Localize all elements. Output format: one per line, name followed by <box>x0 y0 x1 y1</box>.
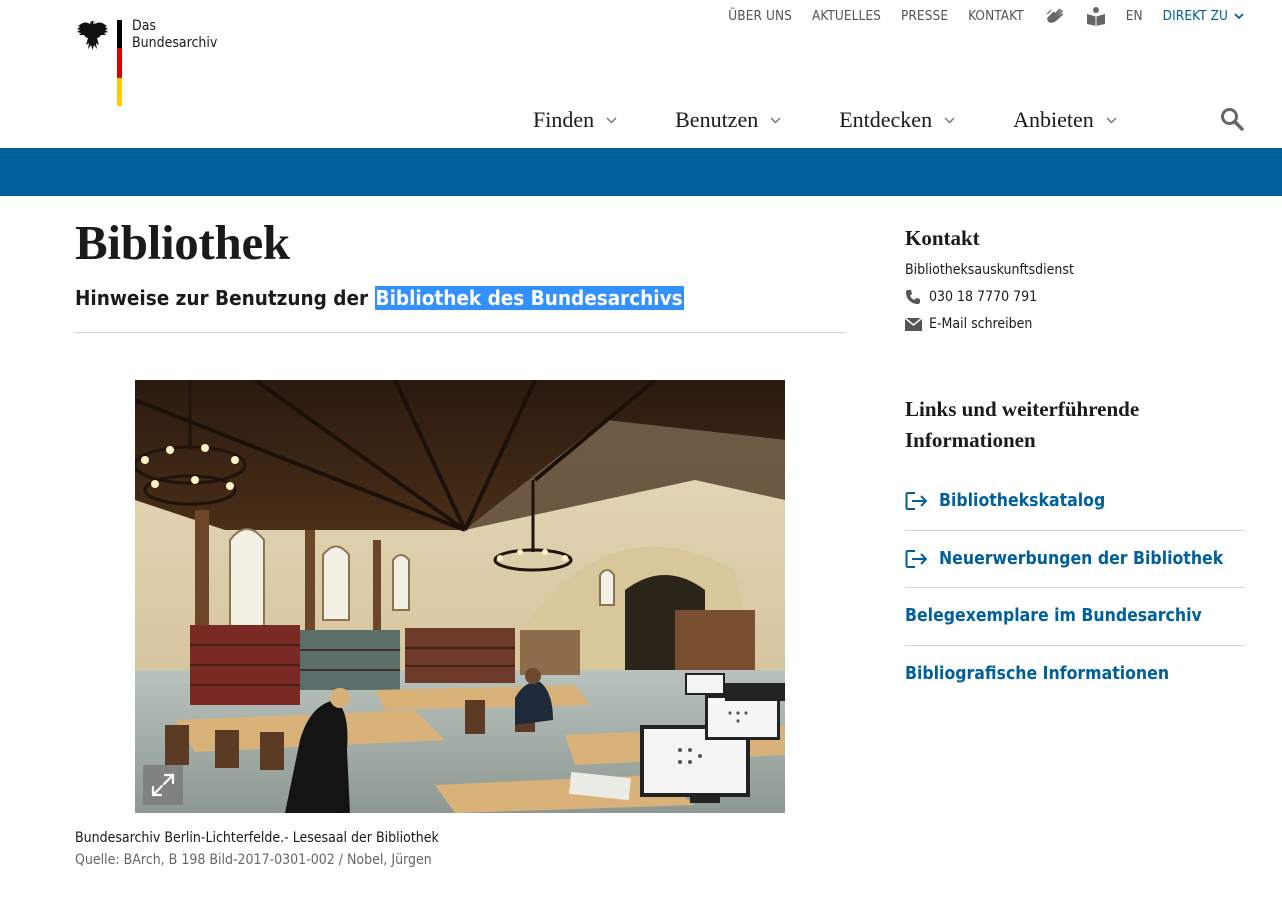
kontakt-heading: Kontakt <box>905 226 980 250</box>
link-row-bibliografische-informationen[interactable]: Bibliografische Informationen <box>905 646 1244 704</box>
subtitle-text: Hinweise zur Benutzung der <box>75 286 375 310</box>
sign-language-icon[interactable] <box>1044 6 1066 26</box>
link-bibliografische-informationen[interactable]: Bibliografische Informationen <box>905 664 1169 684</box>
image-caption: Bundesarchiv Berlin-Lichterfelde.- Leses… <box>75 830 439 846</box>
mainnav-entdecken[interactable]: Entdecken <box>839 107 955 133</box>
expand-icon <box>151 773 175 797</box>
email-label: E-Mail schreiben <box>929 316 1033 332</box>
language-switch-en[interactable]: EN <box>1126 8 1143 24</box>
topnav-presse[interactable]: PRESSE <box>901 8 948 24</box>
search-icon[interactable] <box>1220 107 1244 131</box>
page-subtitle: Hinweise zur Benutzung der Bibliothek de… <box>75 286 684 310</box>
link-neuerwerbungen[interactable]: Neuerwerbungen der Bibliothek <box>939 549 1223 569</box>
mainnav-anbieten[interactable]: Anbieten <box>1013 107 1117 133</box>
direkt-zu-label: DIREKT ZU <box>1162 8 1228 24</box>
chevron-down-icon <box>944 116 955 124</box>
direkt-zu-dropdown[interactable]: DIREKT ZU <box>1163 8 1244 24</box>
title-divider <box>75 332 845 333</box>
bundesarchiv-logo[interactable]: Das Bundesarchiv <box>76 18 226 108</box>
links-list: Bibliothekskatalog Neuerwerbungen der Bi… <box>905 473 1244 703</box>
link-bibliothekskatalog[interactable]: Bibliothekskatalog <box>939 491 1105 511</box>
image-source: Quelle: BArch, B 198 Bild-2017-0301-002 … <box>75 852 432 868</box>
expand-image-button[interactable] <box>143 765 183 805</box>
link-row-belegexemplare[interactable]: Belegexemplare im Bundesarchiv <box>905 588 1244 646</box>
external-link-icon <box>905 549 931 569</box>
kontakt-phone[interactable]: 030 18 7770 791 <box>905 289 1037 305</box>
main-navigation: Finden Benutzen Entdecken Anbieten <box>533 104 1117 136</box>
logo-line-2: Bundesarchiv <box>132 35 218 51</box>
kontakt-service-name: Bibliotheksauskunftsdienst <box>905 262 1074 278</box>
topnav-aktuelles[interactable]: AKTUELLES <box>812 8 881 24</box>
mainnav-entdecken-label: Entdecken <box>839 107 933 132</box>
topnav-kontakt[interactable]: KONTAKT <box>968 8 1024 24</box>
mainnav-benutzen[interactable]: Benutzen <box>675 107 781 133</box>
envelope-icon <box>905 317 923 331</box>
chevron-down-icon <box>1106 116 1117 124</box>
link-row-bibliothekskatalog[interactable]: Bibliothekskatalog <box>905 473 1244 531</box>
links-heading: Links und weiterführende Informationen <box>905 397 1140 452</box>
easy-language-icon[interactable] <box>1086 6 1106 26</box>
chevron-down-icon <box>770 116 781 124</box>
reading-room-photo[interactable] <box>135 380 785 813</box>
external-link-icon <box>905 491 931 511</box>
phone-icon <box>905 289 923 305</box>
topnav-ueber-uns[interactable]: ÜBER UNS <box>728 8 792 24</box>
header-color-band <box>0 148 1282 196</box>
chevron-down-icon <box>1234 12 1244 19</box>
federal-eagle-icon <box>77 21 108 50</box>
service-navigation: ÜBER UNS AKTUELLES PRESSE KONTAKT EN DIR… <box>708 6 1244 26</box>
chevron-down-icon <box>606 116 617 124</box>
mainnav-anbieten-label: Anbieten <box>1013 107 1094 132</box>
mainnav-finden-label: Finden <box>533 107 595 132</box>
link-belegexemplare[interactable]: Belegexemplare im Bundesarchiv <box>905 606 1202 626</box>
kontakt-email-link[interactable]: E-Mail schreiben <box>905 316 1032 332</box>
logo-line-1: Das <box>132 18 156 34</box>
mainnav-finden[interactable]: Finden <box>533 107 617 133</box>
flag-stripe <box>117 20 122 106</box>
phone-number: 030 18 7770 791 <box>929 289 1038 305</box>
logo-text: Das Bundesarchiv <box>132 18 217 52</box>
subtitle-selected-text: Bibliothek des Bundesarchivs <box>374 286 684 310</box>
page-title: Bibliothek <box>75 215 290 270</box>
mainnav-benutzen-label: Benutzen <box>675 107 759 132</box>
link-row-neuerwerbungen[interactable]: Neuerwerbungen der Bibliothek <box>905 531 1244 588</box>
